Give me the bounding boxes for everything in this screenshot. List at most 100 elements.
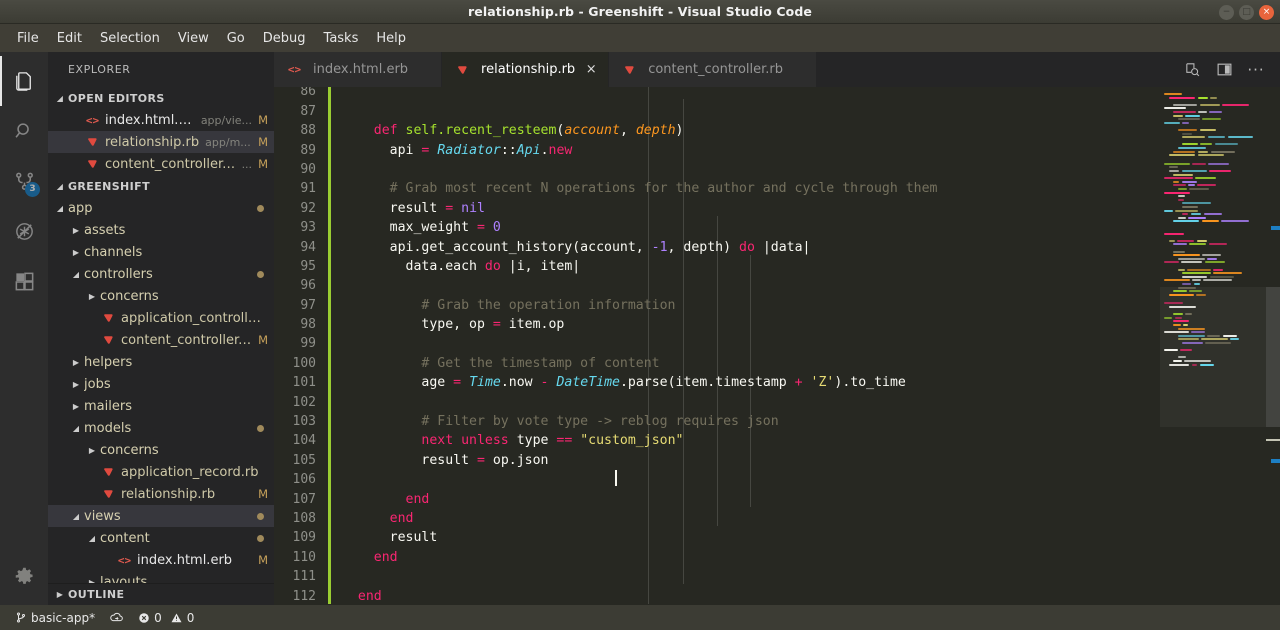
chevron-right-icon: ▶ (88, 445, 96, 455)
ruby-icon (104, 468, 113, 476)
tree-folder[interactable]: ▶ jobs (48, 373, 274, 395)
code-line: 92 result = nil (274, 196, 937, 216)
minimap-line (1164, 261, 1179, 264)
minimap-line (1203, 279, 1233, 282)
minimap-slider[interactable] (1160, 287, 1266, 427)
menu-debug[interactable]: Debug (254, 28, 315, 49)
activity-extensions[interactable] (0, 256, 48, 306)
scrollbar-thumb[interactable] (1266, 287, 1280, 427)
minimap-line (1177, 327, 1205, 330)
tab-content_controller.rb[interactable]: content_controller.rb× (609, 52, 818, 87)
minimap-line (1190, 213, 1202, 216)
tree-folder[interactable]: ◢ models (48, 417, 274, 439)
open-editor-item[interactable]: <> index.html.erb app/vie... M (48, 109, 274, 131)
menu-selection[interactable]: Selection (91, 28, 169, 49)
activity-manage-settings[interactable] (0, 555, 48, 605)
minimap-line (1177, 268, 1185, 271)
menu-tasks[interactable]: Tasks (315, 28, 368, 49)
activity-search[interactable] (0, 106, 48, 156)
ruby-icon (88, 138, 97, 146)
menu-view[interactable]: View (169, 28, 218, 49)
code-line: 93 max_weight = 0 (274, 215, 937, 236)
project-header[interactable]: ◢ GREENSHIFT (48, 175, 274, 197)
minimap-line (1164, 331, 1189, 334)
tree-folder[interactable]: ◢ content (48, 527, 274, 549)
minimap-line (1182, 143, 1198, 146)
tree-folder[interactable]: ▶ concerns (48, 439, 274, 461)
close-button[interactable]: × (1259, 4, 1274, 20)
tree-folder[interactable]: ▶ helpers (48, 351, 274, 373)
minimap-line (1213, 272, 1242, 275)
editor-viewport[interactable]: 86 87 88 def self.recent_resteem(account, … (274, 87, 1280, 605)
minimap-line (1209, 111, 1222, 113)
open-editor-item[interactable]: content_controller.rb... M (48, 153, 274, 175)
maximize-button[interactable]: □ (1239, 4, 1254, 20)
tree-folder[interactable]: ◢ controllers (48, 263, 274, 285)
tab-close-icon[interactable]: × (584, 62, 598, 77)
chevron-right-icon: ▶ (72, 247, 80, 257)
activity-explorer[interactable] (0, 56, 48, 106)
menu-edit[interactable]: Edit (48, 28, 91, 49)
minimap-line (1168, 306, 1197, 308)
status-sync[interactable] (102, 605, 131, 630)
file-tree: ◢ app ▶ assets ▶ channels ◢ controllers ▶ concern… (48, 197, 274, 583)
minimize-button[interactable]: − (1219, 4, 1234, 20)
tab-index.html.erb[interactable]: <>index.html.erb× (274, 52, 443, 87)
status-problems[interactable]: 0 0 (131, 605, 201, 630)
minimap-line (1177, 198, 1184, 201)
minimap-line (1177, 195, 1185, 198)
tree-folder[interactable]: ▶ concerns (48, 285, 274, 307)
code-content[interactable]: 86 87 88 def self.recent_resteem(account, … (274, 87, 937, 604)
tree-folder[interactable]: ▶ assets (48, 219, 274, 241)
minimap-line (1177, 118, 1200, 121)
menu-go[interactable]: Go (218, 28, 254, 49)
file-name: content_controller.rb (121, 332, 253, 348)
text-cursor (615, 470, 617, 487)
open-editors-header[interactable]: ◢ OPEN EDITORS (48, 87, 274, 109)
status-branch[interactable]: basic-app* (8, 605, 102, 630)
menu-help[interactable]: Help (367, 28, 415, 49)
tab-relationship.rb[interactable]: relationship.rb × (442, 52, 610, 87)
minimap-line (1173, 111, 1196, 113)
folder-name: channels (84, 244, 143, 260)
erb-icon: <> (84, 114, 101, 127)
split-editor-button[interactable] (1210, 56, 1238, 84)
code-line: 87 (274, 99, 937, 119)
line-number: 112 (292, 588, 316, 604)
tree-file[interactable]: application_record.rb (48, 461, 274, 483)
scrollbar-decoration (1271, 459, 1280, 463)
chevron-down-icon: ◢ (72, 269, 80, 279)
minimap-line (1182, 275, 1208, 278)
modified-gutter-indicator (328, 118, 331, 139)
workbench-body: 3 EXPLORER ◢ OPEN EDITORS <> index.html.… (0, 52, 1280, 605)
vscode-window: relationship.rb - Greenshift - Visual St… (0, 0, 1280, 630)
tree-folder[interactable]: ▶ layouts (48, 571, 274, 584)
tree-folder[interactable]: ▶ channels (48, 241, 274, 263)
code-line: 95 data.each do |i, item| (274, 254, 937, 274)
activity-source-control[interactable]: 3 (0, 156, 48, 206)
vertical-scrollbar[interactable] (1266, 87, 1280, 605)
tree-file[interactable]: content_controller.rb M (48, 329, 274, 351)
menu-file[interactable]: File (8, 28, 48, 49)
tree-folder[interactable]: ▶ mailers (48, 395, 274, 417)
outline-section-header[interactable]: ▶ OUTLINE (48, 583, 274, 605)
open-preview-button[interactable] (1178, 56, 1206, 84)
minimap-line (1213, 268, 1224, 271)
ruby-icon (100, 489, 117, 499)
tree-file[interactable]: relationship.rb M (48, 483, 274, 505)
ruby-icon (454, 65, 471, 75)
activity-debug[interactable] (0, 206, 48, 256)
code-line: 101 age = Time.now - DateTime.parse(item… (274, 370, 937, 391)
sync-cloud-icon (110, 612, 123, 622)
minimap-line (1168, 293, 1194, 296)
tab-label: content_controller.rb (648, 62, 784, 77)
tree-file[interactable]: application_controller.rb (48, 307, 274, 329)
tree-folder[interactable]: ◢ views (48, 505, 274, 527)
tree-folder[interactable]: ◢ app (48, 197, 274, 219)
tree-file[interactable]: <> index.html.erb M (48, 549, 274, 571)
open-editor-item[interactable]: relationship.rb app/m... M (48, 131, 274, 153)
minimap[interactable] (1160, 87, 1266, 605)
minimap-line (1207, 136, 1226, 139)
modified-gutter-indicator (328, 351, 331, 371)
more-actions-button[interactable]: ··· (1242, 56, 1270, 84)
